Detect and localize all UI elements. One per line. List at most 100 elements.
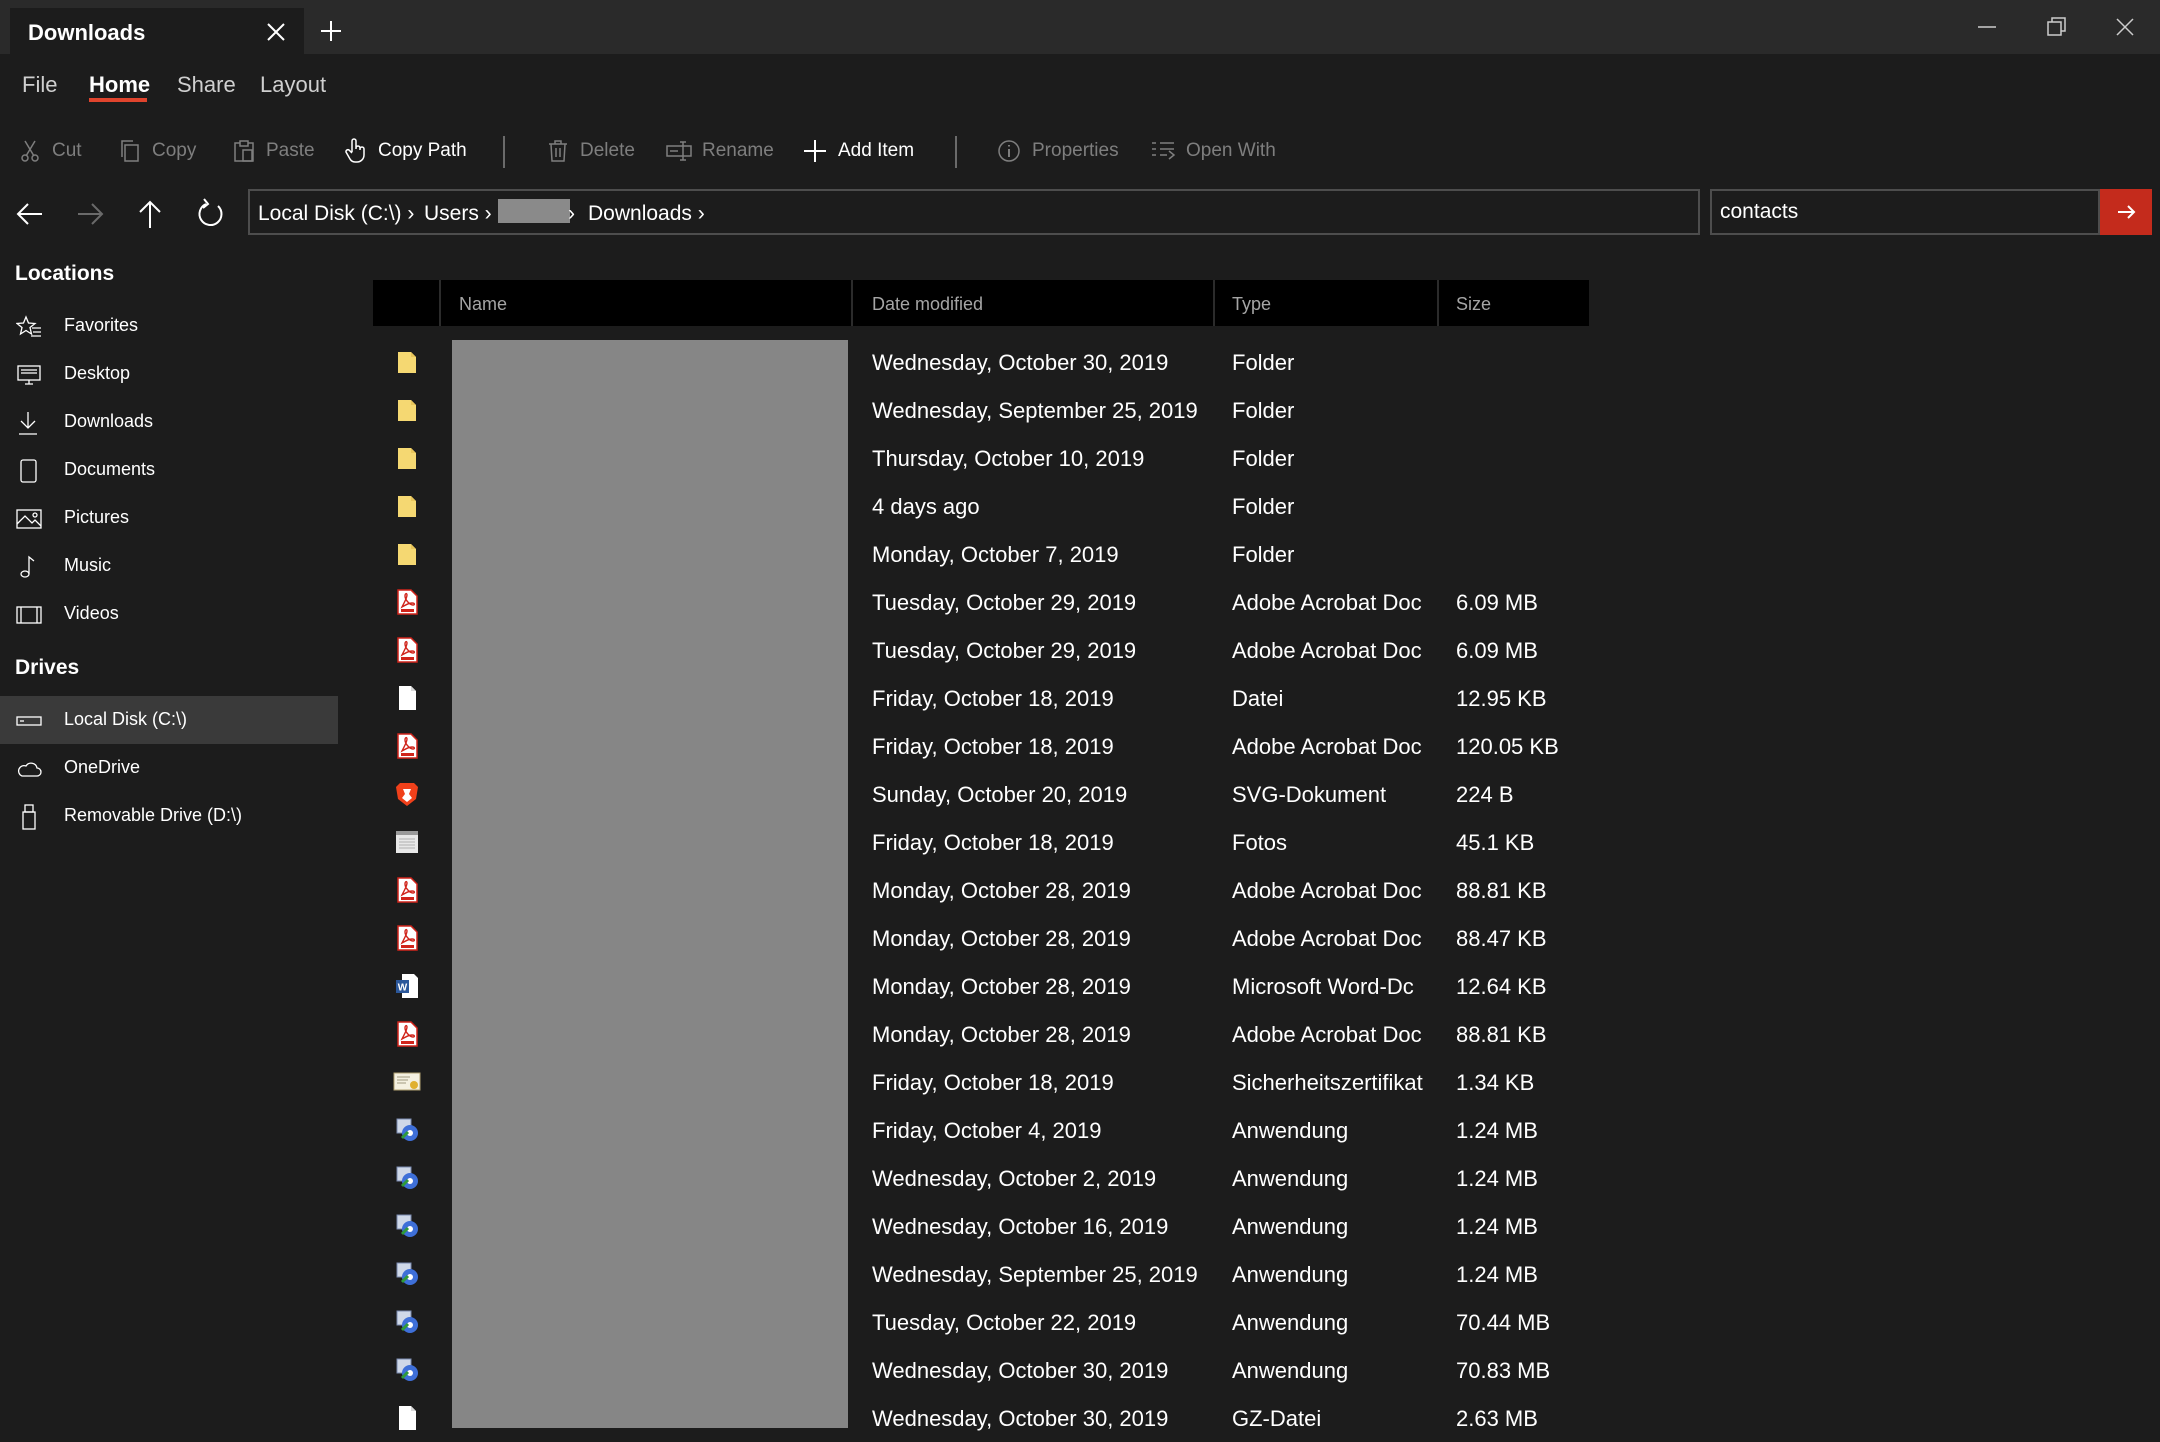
video-icon	[16, 602, 42, 628]
open-with-button[interactable]: Open With	[1150, 134, 1276, 168]
file-type: Sicherheitszertifikat	[1232, 1070, 1423, 1095]
menu-layout[interactable]: Layout	[260, 72, 326, 98]
sidebar-item-videos[interactable]: Videos	[0, 590, 338, 638]
music-note-icon	[16, 554, 42, 580]
pdf-icon	[393, 1020, 421, 1048]
sidebar-item-onedrive[interactable]: OneDrive	[0, 744, 338, 792]
paste-button[interactable]: Paste	[232, 134, 315, 168]
copy-button[interactable]: Copy	[118, 134, 196, 168]
column-divider	[1213, 280, 1215, 326]
window-close-icon[interactable]	[2112, 14, 2138, 40]
restore-icon[interactable]	[2043, 14, 2069, 40]
back-arrow-icon[interactable]	[12, 196, 48, 232]
sidebar-item-label: Videos	[64, 603, 119, 623]
sidebar-item-removable-drive[interactable]: Removable Drive (D:\)	[0, 792, 338, 840]
file-size: 70.83 MB	[1456, 1358, 1551, 1383]
file-date-modified: Tuesday, October 29, 2019	[872, 638, 1137, 663]
sidebar-item-label: Music	[64, 555, 112, 575]
document-icon	[16, 458, 42, 484]
tab-title: Downloads	[28, 20, 146, 45]
sidebar-item-desktop[interactable]: Desktop	[0, 350, 338, 398]
copy-label: Copy	[152, 140, 197, 161]
cut-button[interactable]: Cut	[18, 134, 82, 168]
refresh-icon[interactable]	[192, 196, 228, 232]
file-size: 1.24 MB	[1456, 1262, 1538, 1287]
search-box	[1710, 189, 2100, 235]
menu-share[interactable]: Share	[177, 72, 236, 98]
column-date-modified[interactable]: Date modified	[872, 294, 983, 315]
file-type: Folder	[1232, 350, 1295, 375]
cloud-icon	[16, 756, 42, 782]
breadcrumb-separator: ›	[568, 202, 575, 225]
search-go-button[interactable]	[2100, 189, 2152, 235]
file-date-modified: Friday, October 18, 2019	[872, 686, 1114, 711]
breadcrumb-users[interactable]: Users ›	[424, 202, 492, 226]
paste-label: Paste	[266, 140, 315, 161]
sidebar-item-label: Documents	[64, 459, 156, 479]
copy-path-button[interactable]: Copy Path	[344, 134, 467, 168]
sidebar-item-label: Desktop	[64, 363, 131, 383]
sidebar-item-pictures[interactable]: Pictures	[0, 494, 338, 542]
file-size: 1.34 KB	[1456, 1070, 1535, 1095]
column-size[interactable]: Size	[1456, 294, 1491, 315]
search-input[interactable]	[1712, 191, 2100, 233]
cut-label: Cut	[52, 140, 82, 161]
add-item-button[interactable]: Add Item	[802, 134, 914, 168]
picture-icon	[16, 506, 42, 532]
forward-arrow-icon[interactable]	[72, 196, 108, 232]
pdf-icon	[393, 636, 421, 664]
file-size: 88.81 KB	[1456, 1022, 1547, 1047]
tab-downloads[interactable]: Downloads	[10, 8, 304, 54]
installer-icon	[393, 1212, 421, 1240]
column-type[interactable]: Type	[1232, 294, 1271, 315]
file-size: 6.09 MB	[1456, 638, 1538, 663]
file-date-modified: Friday, October 18, 2019	[872, 830, 1114, 855]
close-icon[interactable]	[264, 20, 288, 44]
sidebar-item-music[interactable]: Music	[0, 542, 338, 590]
open-with-label: Open With	[1186, 140, 1276, 161]
minimize-icon[interactable]	[1974, 14, 2000, 40]
menu-home[interactable]: Home	[89, 72, 150, 98]
sidebar-item-downloads[interactable]: Downloads	[0, 398, 338, 446]
file-size: 88.47 KB	[1456, 926, 1547, 951]
column-divider	[1437, 280, 1439, 326]
title-bar: Downloads	[0, 0, 2160, 54]
file-date-modified: Wednesday, September 25, 2019	[872, 1262, 1198, 1287]
star-list-icon	[16, 314, 42, 340]
file-type: Folder	[1232, 398, 1295, 423]
delete-button[interactable]: Delete	[546, 134, 635, 168]
file-type: Folder	[1232, 542, 1295, 567]
usb-drive-icon	[16, 804, 42, 830]
installer-icon	[393, 1260, 421, 1288]
plus-icon[interactable]	[318, 18, 344, 44]
column-name[interactable]: Name	[459, 294, 507, 315]
file-date-modified: Friday, October 18, 2019	[872, 1070, 1114, 1095]
sidebar-item-documents[interactable]: Documents	[0, 446, 338, 494]
image-icon	[393, 828, 421, 856]
address-bar[interactable]: Local Disk (C:\) › Users › › Downloads ›	[248, 189, 1700, 235]
menu-file[interactable]: File	[22, 72, 57, 98]
file-icon	[393, 684, 421, 712]
breadcrumb-local-disk[interactable]: Local Disk (C:\) ›	[258, 202, 414, 226]
properties-button[interactable]: Properties	[996, 134, 1119, 168]
file-size: 224 B	[1456, 782, 1514, 807]
installer-icon	[393, 1164, 421, 1192]
copy-path-label: Copy Path	[378, 140, 467, 161]
file-size: 120.05 KB	[1456, 734, 1559, 759]
breadcrumb-downloads[interactable]: Downloads ›	[588, 202, 705, 226]
column-divider	[439, 280, 441, 326]
rename-label: Rename	[702, 140, 774, 161]
rename-button[interactable]: Rename	[666, 134, 774, 168]
up-arrow-icon[interactable]	[132, 196, 168, 232]
sidebar-item-favorites[interactable]: Favorites	[0, 302, 338, 350]
folder-icon	[393, 348, 421, 376]
file-date-modified: Friday, October 18, 2019	[872, 734, 1114, 759]
redacted-username	[498, 199, 570, 223]
sidebar-item-label: OneDrive	[64, 757, 141, 777]
file-type: Folder	[1232, 494, 1295, 519]
sidebar-item-local-disk[interactable]: Local Disk (C:\)	[0, 696, 338, 744]
installer-icon	[393, 1356, 421, 1384]
file-type: Adobe Acrobat Doc	[1232, 1022, 1422, 1047]
pdf-icon	[393, 588, 421, 616]
paste-icon	[234, 140, 254, 162]
